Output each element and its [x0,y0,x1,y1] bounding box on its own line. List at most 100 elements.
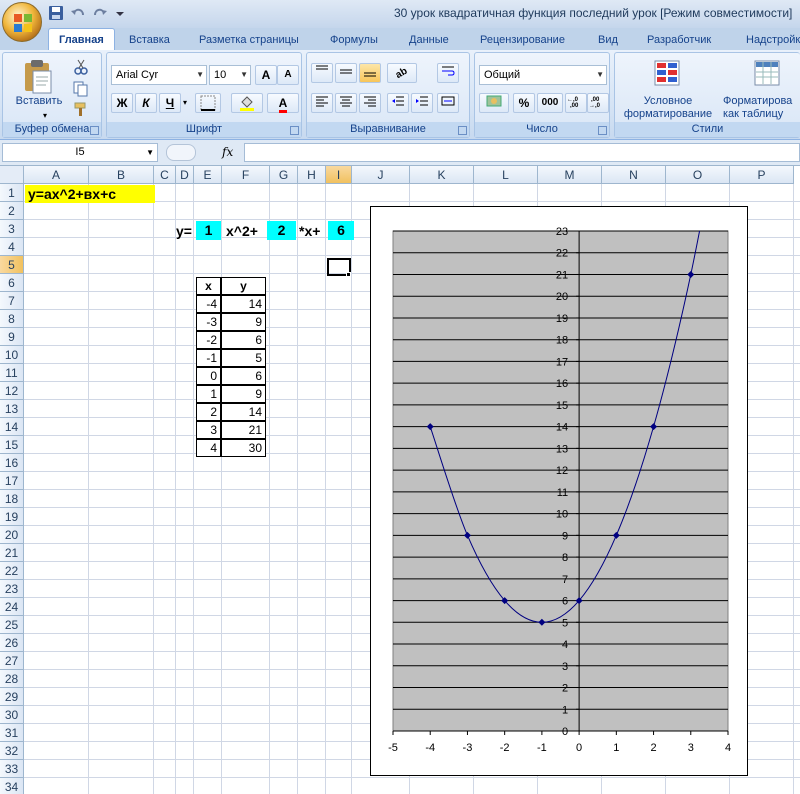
shrink-font-button[interactable]: A [277,65,299,85]
font-color-button[interactable]: A [267,93,299,113]
row-header-16[interactable]: 16 [0,454,24,472]
align-middle-button[interactable] [335,63,357,83]
row-header-22[interactable]: 22 [0,562,24,580]
insert-function-icon[interactable]: fx [222,145,233,159]
row-header-7[interactable]: 7 [0,292,24,310]
save-icon[interactable] [48,5,64,21]
row-header-28[interactable]: 28 [0,670,24,688]
font-name-select[interactable]: Arial Cyr ▼ [111,65,207,85]
table-cell-x[interactable]: 0 [196,367,221,385]
thousands-separator-button[interactable]: 000 [537,93,563,113]
align-left-button[interactable] [311,93,333,113]
name-box[interactable]: I5 ▼ [2,143,158,162]
row-header-25[interactable]: 25 [0,616,24,634]
tab-formulas[interactable]: Формулы [330,30,378,50]
row-header-27[interactable]: 27 [0,652,24,670]
tab-developer[interactable]: Разработчик [647,30,711,50]
row-header-30[interactable]: 30 [0,706,24,724]
table-cell-x[interactable]: 4 [196,439,221,457]
format-painter-icon[interactable] [73,101,89,120]
cell-h3[interactable]: *x+ [299,222,329,240]
wrap-text-button[interactable] [437,63,459,83]
row-header-4[interactable]: 4 [0,238,24,256]
table-cell-x[interactable]: 2 [196,403,221,421]
select-all-corner[interactable] [0,166,24,184]
row-header-11[interactable]: 11 [0,364,24,382]
column-header-i[interactable]: I [326,166,352,184]
cell-f3[interactable]: x^2+ [224,222,268,240]
decrease-indent-button[interactable] [387,93,409,113]
conditional-formatting-icon[interactable] [653,59,681,90]
office-button[interactable] [2,2,42,42]
row-header-1[interactable]: 1 [0,184,24,202]
table-cell-y[interactable]: 9 [221,313,266,331]
orientation-button[interactable]: ab [387,63,417,83]
row-header-21[interactable]: 21 [0,544,24,562]
cell-a1[interactable]: y=ax^2+вx+c [25,185,155,203]
increase-decimal-button[interactable]: ←,0,00 [565,93,587,113]
column-header-p[interactable]: P [730,166,794,184]
row-header-14[interactable]: 14 [0,418,24,436]
undo-icon[interactable] [70,5,86,21]
clipboard-launcher-icon[interactable] [90,126,99,135]
table-cell-y[interactable]: 6 [221,367,266,385]
row-header-10[interactable]: 10 [0,346,24,364]
table-cell-x[interactable]: -1 [196,349,221,367]
column-header-n[interactable]: N [602,166,666,184]
format-as-table-icon[interactable] [753,59,781,90]
tab-insert[interactable]: Вставка [129,30,170,50]
cut-icon[interactable] [73,59,89,78]
bold-button[interactable]: Ж [111,93,133,113]
row-header-20[interactable]: 20 [0,526,24,544]
row-header-5[interactable]: 5 [0,256,24,274]
row-header-19[interactable]: 19 [0,508,24,526]
table-cell-y[interactable]: 14 [221,403,266,421]
column-header-o[interactable]: O [666,166,730,184]
cell-d3[interactable]: y= [174,222,198,240]
row-header-34[interactable]: 34 [0,778,24,794]
alignment-launcher-icon[interactable] [458,126,467,135]
row-header-32[interactable]: 32 [0,742,24,760]
chart[interactable]: 0 1 2 3 4 5 6 7 8 9 10 11 12 13 14 15 16 17 18 19 20 21 22 23 -5… [370,206,748,776]
table-cell-x[interactable]: 1 [196,385,221,403]
row-header-29[interactable]: 29 [0,688,24,706]
tab-view[interactable]: Вид [598,30,618,50]
table-cell-x[interactable]: -4 [196,295,221,313]
tab-home[interactable]: Главная [48,28,115,50]
cell-i3-c[interactable]: 6 [328,221,354,240]
format-as-table-button[interactable]: Форматирова как таблицу [723,95,800,121]
customize-qat-icon[interactable] [114,5,130,21]
column-header-k[interactable]: K [410,166,474,184]
table-cell-y[interactable]: 6 [221,331,266,349]
table-header-x[interactable]: x [196,277,221,295]
align-top-button[interactable] [311,63,333,83]
column-header-l[interactable]: L [474,166,538,184]
accounting-format-button[interactable] [479,93,509,113]
merge-center-button[interactable] [437,93,459,113]
number-format-select[interactable]: Общий ▼ [479,65,607,85]
column-header-a[interactable]: A [24,166,89,184]
row-header-15[interactable]: 15 [0,436,24,454]
row-header-18[interactable]: 18 [0,490,24,508]
italic-button[interactable]: К [135,93,157,113]
borders-button[interactable] [195,93,221,113]
redo-icon[interactable] [92,5,108,21]
column-header-h[interactable]: H [298,166,326,184]
conditional-formatting-button[interactable]: Условное форматирование [615,95,721,121]
increase-indent-button[interactable] [411,93,433,113]
tab-data[interactable]: Данные [409,30,449,50]
row-header-31[interactable]: 31 [0,724,24,742]
table-cell-x[interactable]: 3 [196,421,221,439]
tab-review[interactable]: Рецензирование [480,30,565,50]
row-header-26[interactable]: 26 [0,634,24,652]
column-header-d[interactable]: D [176,166,194,184]
tab-page-layout[interactable]: Разметка страницы [199,30,299,50]
column-header-j[interactable]: J [352,166,410,184]
font-size-select[interactable]: 10 ▼ [209,65,251,85]
copy-icon[interactable] [73,81,89,100]
align-right-button[interactable] [359,93,381,113]
column-header-c[interactable]: C [154,166,176,184]
formula-expand-handle[interactable] [166,144,196,161]
percent-button[interactable]: % [513,93,535,113]
row-header-33[interactable]: 33 [0,760,24,778]
